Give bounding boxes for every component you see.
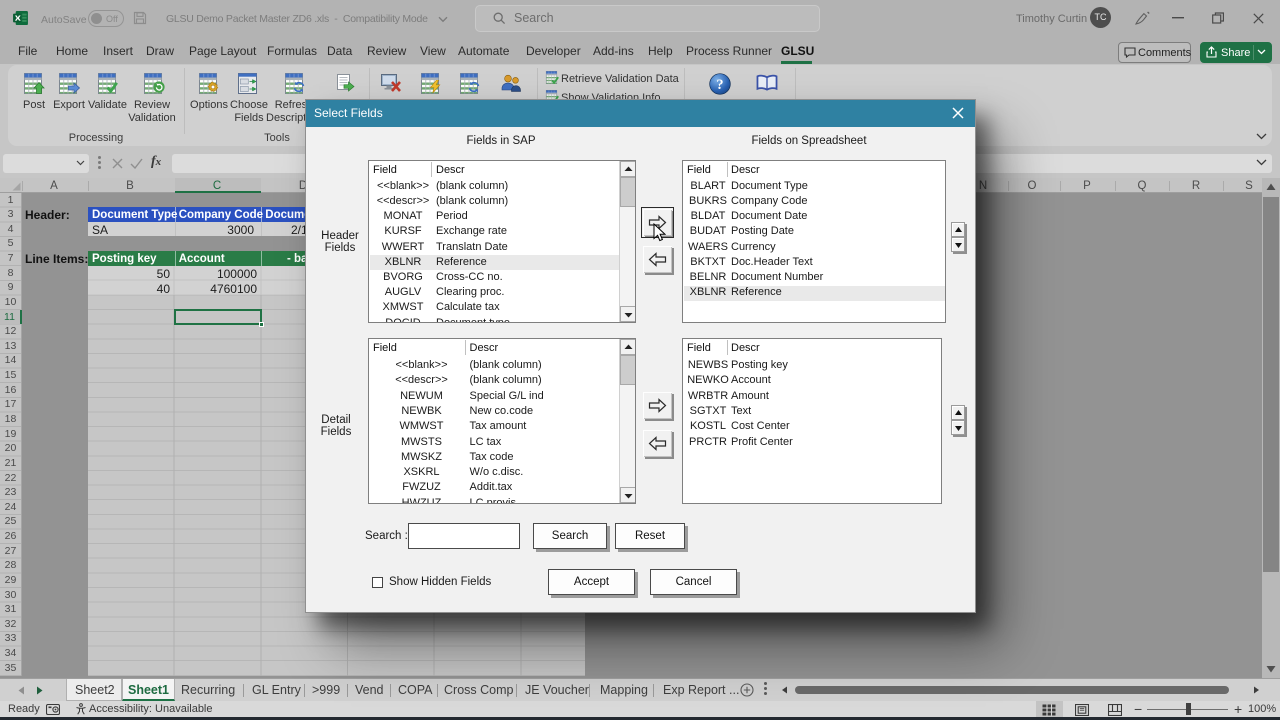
svg-text:?: ? (716, 77, 723, 93)
